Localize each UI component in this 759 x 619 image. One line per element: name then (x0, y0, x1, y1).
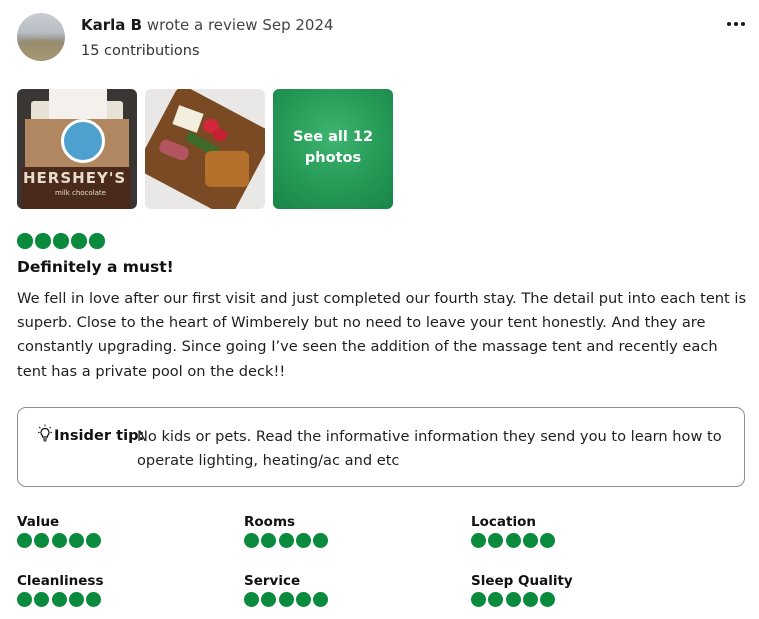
review-card: Karla B wrote a review Sep 2024 15 contr… (0, 0, 759, 619)
subrating-bubbles (244, 533, 330, 548)
subrating-label: Rooms (244, 514, 296, 530)
rating-bubble-icon (540, 592, 556, 607)
review-date-text: wrote a review Sep 2024 (146, 16, 334, 34)
subrating-cleanliness: Cleanliness (17, 573, 104, 607)
rating-bubble-icon (89, 233, 105, 249)
review-photo-2[interactable] (145, 89, 265, 209)
rating-bubble-icon (68, 592, 84, 607)
review-photo-1[interactable]: HERSHEY'S milk chocolate (17, 89, 137, 209)
rating-bubble-icon (17, 533, 32, 548)
rating-bubble-icon (261, 592, 277, 607)
rating-bubble-icon (51, 533, 67, 548)
subrating-label: Location (471, 514, 536, 530)
see-all-photos-label: See all 12 photos (292, 129, 374, 166)
rating-bubble-icon (295, 533, 311, 548)
rating-bubble-icon (488, 592, 504, 607)
subrating-sleep-quality: Sleep Quality (471, 573, 573, 607)
rating-bubble-icon (505, 592, 521, 607)
subrating-value: Value (17, 514, 103, 548)
rating-bubble-icon (505, 533, 521, 548)
subrating-label: Sleep Quality (471, 573, 573, 589)
subrating-label: Service (244, 573, 301, 589)
rating-bubble-icon (17, 233, 33, 249)
photo-1-brand-text: HERSHEY'S (23, 169, 127, 187)
rating-bubble-icon (522, 592, 538, 607)
rating-bubble-icon (35, 233, 51, 249)
overall-rating-bubbles (17, 233, 107, 249)
rating-bubble-icon (488, 533, 504, 548)
photo-1-sub-text: milk chocolate (55, 189, 106, 197)
subrating-label: Value (17, 514, 60, 530)
see-all-photos-button[interactable]: See all 12 photos (273, 89, 393, 209)
author-name[interactable]: Karla B (81, 16, 142, 34)
insider-tip-box: Insider tip: No kids or pets. Read the i… (17, 407, 745, 487)
rating-bubble-icon (278, 533, 294, 548)
rating-bubble-icon (261, 533, 277, 548)
rating-bubble-icon (295, 592, 311, 607)
subrating-bubbles (17, 592, 104, 607)
insider-tip-text: No kids or pets. Read the informative in… (137, 428, 722, 469)
rating-bubble-icon (471, 533, 486, 548)
review-body: We fell in love after our first visit an… (17, 290, 747, 380)
contributions-count: 15 contributions (81, 43, 200, 59)
rating-bubble-icon (71, 233, 87, 249)
rating-bubble-icon (86, 592, 102, 607)
subrating-bubbles (471, 533, 557, 548)
rating-bubble-icon (86, 533, 102, 548)
subrating-location: Location (471, 514, 557, 548)
rating-bubble-icon (278, 592, 294, 607)
lightbulb-icon (38, 424, 52, 442)
rating-bubble-icon (53, 233, 69, 249)
rating-bubble-icon (244, 533, 259, 548)
rating-bubble-icon (17, 592, 32, 607)
subrating-service: Service (244, 573, 330, 607)
rating-bubble-icon (68, 533, 84, 548)
rating-bubble-icon (51, 592, 67, 607)
review-title[interactable]: Definitely a must! (17, 258, 174, 276)
rating-bubble-icon (34, 592, 50, 607)
subrating-bubbles (471, 592, 573, 607)
insider-tip-label: Insider tip: (54, 427, 145, 444)
subrating-bubbles (244, 592, 330, 607)
rating-bubble-icon (34, 533, 50, 548)
rating-bubble-icon (313, 533, 329, 548)
subrating-rooms: Rooms (244, 514, 330, 548)
rating-bubble-icon (244, 592, 259, 607)
rating-bubble-icon (540, 533, 556, 548)
more-options-button[interactable] (723, 13, 749, 35)
subrating-bubbles (17, 533, 103, 548)
rating-bubble-icon (313, 592, 329, 607)
rating-bubble-icon (471, 592, 486, 607)
rating-bubble-icon (522, 533, 538, 548)
review-author-line: Karla B wrote a review Sep 2024 (81, 15, 334, 35)
subrating-label: Cleanliness (17, 573, 104, 589)
avatar[interactable] (17, 13, 65, 61)
